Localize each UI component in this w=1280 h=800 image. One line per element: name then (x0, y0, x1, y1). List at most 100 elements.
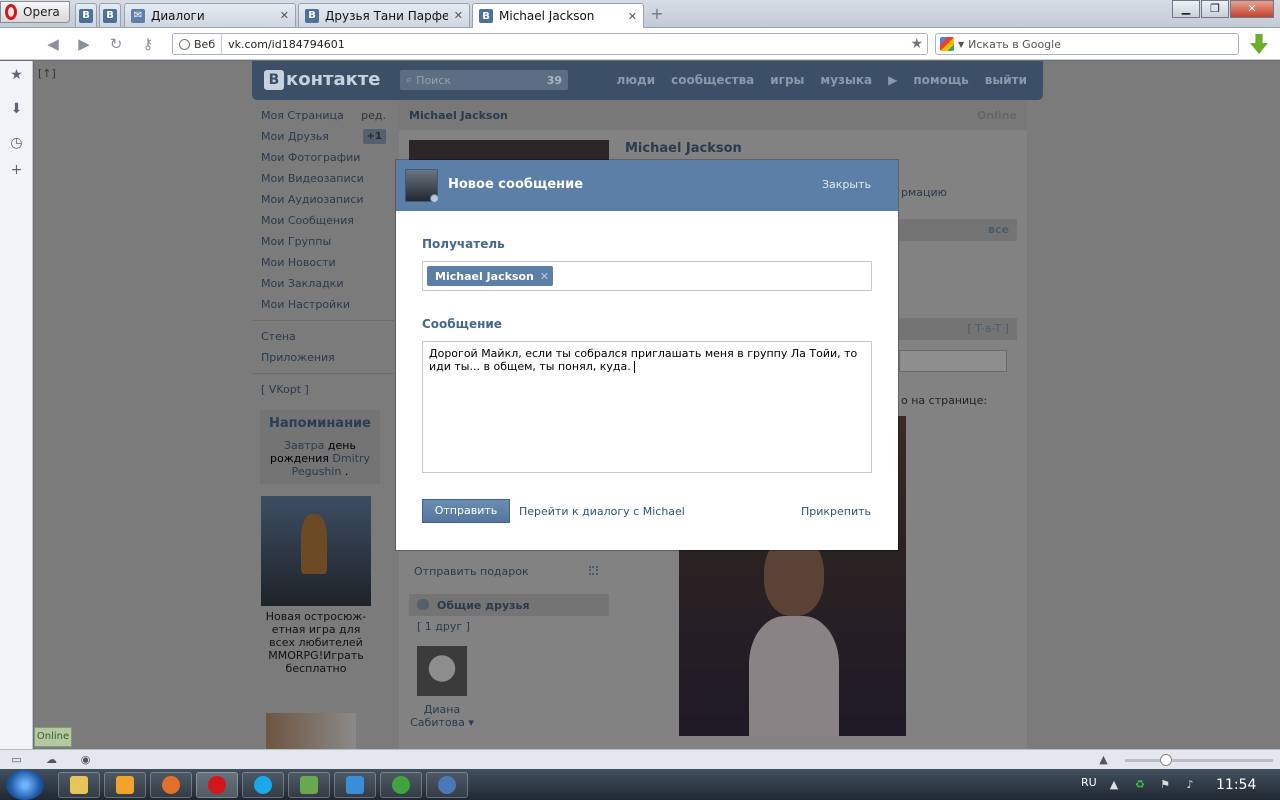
message-textarea[interactable]: Дорогой Майкл, если ты собрался приглаша… (422, 341, 872, 473)
taskbar-keepass[interactable] (334, 772, 376, 798)
sidebar-item-messages[interactable]: Мои Сообщения (252, 210, 394, 231)
bookmark-star-icon[interactable]: ★ (910, 36, 927, 52)
opera-menu-button[interactable]: Opera (0, 1, 70, 23)
speed-dial-icon[interactable]: ◉ (78, 752, 93, 767)
tab-close-icon[interactable]: ✕ (628, 10, 637, 23)
volume-icon[interactable]: ♪ (1183, 778, 1197, 792)
menu-people[interactable]: люди (617, 73, 656, 87)
history-clock-icon[interactable]: ◷ (8, 135, 25, 152)
taskbar-explorer[interactable] (58, 772, 100, 798)
key-icon[interactable]: ⚷ (138, 34, 158, 54)
utorrent-tray-icon[interactable]: ♻ (1133, 778, 1147, 792)
tab-friends[interactable]: В Друзья Тани Парфено... ✕ (298, 3, 470, 27)
panel-toggle-icon[interactable]: ▭ (9, 752, 24, 767)
sidebar-item-photos[interactable]: Мои Фотографии (252, 147, 394, 168)
search-field[interactable]: ▼ Искать в Google (935, 33, 1239, 55)
vk-search-input[interactable]: ⌕ Поиск 39 (400, 70, 568, 90)
new-tab-icon[interactable]: + (648, 5, 666, 23)
start-button[interactable] (6, 770, 44, 800)
security-badge[interactable]: Веб (173, 34, 223, 54)
recipient-avatar (405, 169, 439, 203)
taskbar-skype[interactable] (242, 772, 284, 798)
friend-avatar[interactable] (417, 646, 467, 696)
cloud-icon[interactable]: ☁ (44, 752, 59, 767)
mutual-friends-count[interactable]: [ 1 друг ] (417, 620, 470, 633)
sidebar-item-label: [ VKopt ] (261, 383, 309, 396)
sidebar-item-vkopt[interactable]: [ VKopt ] (252, 379, 394, 400)
tat-link[interactable]: [ T-a-T ] (967, 322, 1009, 335)
downloads-icon[interactable]: ⬇ (8, 101, 25, 118)
vk-logo[interactable]: В контакте (264, 69, 380, 90)
remove-recipient-icon[interactable]: ✕ (540, 270, 549, 283)
google-icon (940, 37, 954, 51)
taskbar-torrent[interactable] (288, 772, 330, 798)
recipient-field[interactable]: Michael Jackson ✕ (422, 261, 872, 291)
send-gift-link[interactable]: Отправить подарок (414, 565, 529, 578)
zoom-slider-track[interactable] (1125, 759, 1273, 762)
view-up-icon[interactable]: ▲ (1096, 752, 1111, 767)
tab-michael-jackson[interactable]: В Michael Jackson ✕ (472, 3, 644, 28)
reload-icon[interactable]: ↻ (106, 34, 126, 54)
action-center-icon[interactable]: ⚑ (1158, 778, 1172, 792)
maximize-button[interactable]: ❐ (1201, 0, 1229, 18)
all-link[interactable]: все (988, 223, 1009, 236)
tab-close-icon[interactable]: ✕ (454, 9, 463, 22)
taskbar-utorrent[interactable] (380, 772, 422, 798)
add-panel-icon[interactable]: + (8, 162, 25, 179)
sidebar-item-groups[interactable]: Мои Группы (252, 231, 394, 252)
language-indicator[interactable]: RU (1081, 776, 1097, 789)
sidebar-item-label: Мои Фотографии (261, 151, 361, 164)
menu-games[interactable]: игры (770, 73, 804, 87)
menu-help[interactable]: помощь (913, 73, 968, 87)
edit-link[interactable]: ред. (361, 105, 386, 126)
attach-link[interactable]: Прикрепить (801, 505, 871, 518)
tab-close-icon[interactable]: ✕ (280, 9, 289, 22)
tray-expand-icon[interactable]: ▲ (1107, 778, 1121, 792)
taskbar-firefox[interactable] (150, 772, 192, 798)
tab-vk-1[interactable]: В (75, 3, 97, 27)
url-text[interactable]: vk.com/id184794601 (222, 38, 910, 51)
vk-top-menu: люди сообщества игры музыка ▶ помощь вый… (617, 73, 1027, 87)
menu-communities[interactable]: сообщества (671, 73, 754, 87)
sidebar-item-settings[interactable]: Мои Настройки (252, 294, 394, 315)
tab-vk-2[interactable]: В (99, 3, 121, 27)
minimize-button[interactable]: ▁ (1172, 0, 1200, 18)
sidebar-item-friends[interactable]: Мои Друзья +1 (252, 126, 394, 147)
clock[interactable]: 11:54 (1216, 777, 1256, 793)
sidebar-item-apps[interactable]: Приложения (252, 347, 394, 368)
zoom-slider-handle[interactable] (1160, 754, 1172, 766)
back-icon[interactable]: ◀ (43, 34, 63, 54)
address-field[interactable]: Веб vk.com/id184794601 ★ (172, 33, 928, 55)
close-window-button[interactable]: ✕ (1230, 0, 1274, 18)
tab-dialogs[interactable]: ✉ Диалоги ✕ (124, 3, 296, 27)
download-icon[interactable] (1250, 34, 1268, 54)
sidebar-item-my-page[interactable]: Моя Страница ред. (252, 105, 394, 126)
ad-image-2[interactable] (266, 713, 356, 749)
skype-icon (254, 776, 272, 794)
bookmarks-star-icon[interactable]: ★ (8, 67, 25, 84)
chevron-down-icon[interactable]: ▼ (958, 40, 964, 49)
info-link[interactable]: рмацию (901, 186, 947, 199)
taskbar-media[interactable] (104, 772, 146, 798)
sidebar-item-audio[interactable]: Мои Аудиозаписи (252, 189, 394, 210)
ad-text[interactable]: Новая остросюж-етная игра для всех любит… (261, 610, 371, 675)
sidebar-item-videos[interactable]: Мои Видеозаписи (252, 168, 394, 189)
sidebar-item-news[interactable]: Мои Новости (252, 252, 394, 273)
left-sidebar: Моя Страница ред. Мои Друзья +1 Мои Фотогр… (252, 105, 394, 749)
wall-post-input[interactable] (899, 350, 1007, 372)
send-button[interactable]: Отправить (422, 499, 510, 523)
sidebar-item-wall[interactable]: Стена (252, 326, 394, 347)
menu-music[interactable]: музыка (820, 73, 872, 87)
taskbar-opera-mail[interactable] (426, 772, 468, 798)
taskbar-opera[interactable] (196, 772, 238, 798)
section-bar: все (899, 219, 1017, 241)
close-dialog-button[interactable]: Закрыть (822, 178, 871, 191)
forward-icon[interactable]: ▶ (74, 34, 94, 54)
menu-logout[interactable]: выйти (985, 73, 1027, 87)
sidebar-item-bookmarks[interactable]: Мои Закладки (252, 273, 394, 294)
ad-image[interactable] (261, 496, 371, 606)
play-icon[interactable]: ▶ (888, 73, 897, 87)
friend-name-link[interactable]: Диана Сабитова ▾ (407, 703, 477, 729)
go-to-dialog-link[interactable]: Перейти к диалогу с Michael (519, 505, 685, 518)
back-to-top-link[interactable]: [↑] (38, 67, 56, 80)
